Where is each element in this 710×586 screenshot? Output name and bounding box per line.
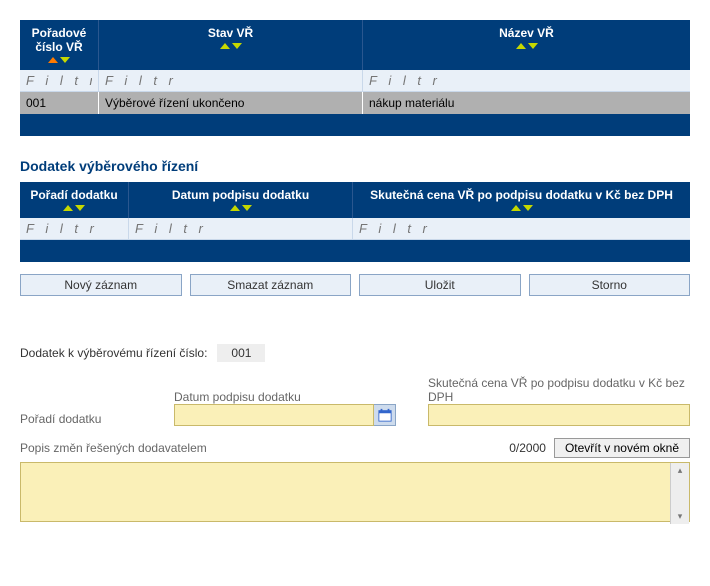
filter-dodatek-date[interactable] (129, 218, 352, 239)
col-header-dodatek-price[interactable]: Skutečná cena VŘ po podpisu dodatku v Kč… (353, 182, 691, 218)
save-button[interactable]: Uložit (359, 274, 521, 296)
dodatek-table: Pořadí dodatku Datum podpisu dodatku Sku… (20, 182, 690, 262)
sort-asc-icon[interactable] (511, 205, 521, 211)
table-row[interactable]: 001 Výběrové řízení ukončeno nákup mater… (20, 92, 690, 115)
col-header-dodatek-date[interactable]: Datum podpisu dodatku (129, 182, 353, 218)
filter-name[interactable] (363, 70, 690, 91)
sort-asc-icon[interactable] (63, 205, 73, 211)
desc-label: Popis změn řešených dodavatelem (20, 441, 509, 455)
scroll-up-icon[interactable]: ▴ (671, 463, 689, 478)
delete-record-button[interactable]: Smazat záznam (190, 274, 352, 296)
filter-dodatek-order[interactable] (20, 218, 128, 239)
sort-desc-icon[interactable] (523, 205, 533, 211)
filter-state[interactable] (99, 70, 362, 91)
col-header-dodatek-order[interactable]: Pořadí dodatku (20, 182, 129, 218)
desc-textarea[interactable] (20, 462, 690, 522)
scroll-down-icon[interactable]: ▾ (671, 509, 689, 524)
scrollbar[interactable]: ▴ ▾ (670, 463, 689, 524)
col-header-state[interactable]: Stav VŘ (99, 20, 363, 70)
filter-dodatek-price[interactable] (353, 218, 690, 239)
sort-asc-icon[interactable] (516, 43, 526, 49)
cell-state: Výběrové řízení ukončeno (99, 92, 363, 115)
form-title-label: Dodatek k výběrovému řízení číslo: (20, 346, 207, 360)
vr-number-value: 001 (217, 344, 265, 362)
section-title: Dodatek výběrového řízení (20, 158, 690, 174)
new-record-button[interactable]: Nový záznam (20, 274, 182, 296)
filter-order[interactable] (20, 70, 98, 91)
col-header-name[interactable]: Název VŘ (363, 20, 691, 70)
calendar-icon[interactable] (374, 404, 396, 426)
sort-desc-icon[interactable] (232, 43, 242, 49)
sort-asc-icon[interactable] (230, 205, 240, 211)
date-input[interactable] (174, 404, 374, 426)
char-counter: 0/2000 (509, 441, 546, 455)
cell-order: 001 (20, 92, 99, 115)
price-input[interactable] (428, 404, 690, 426)
sort-desc-icon[interactable] (75, 205, 85, 211)
sort-desc-icon[interactable] (528, 43, 538, 49)
sort-desc-icon[interactable] (60, 57, 70, 63)
vr-table: Pořadové číslo VŘ Stav VŘ Název VŘ (20, 20, 690, 136)
date-label: Datum podpisu dodatku (174, 390, 414, 404)
open-new-window-button[interactable]: Otevřít v novém okně (554, 438, 690, 458)
sort-asc-icon[interactable] (220, 43, 230, 49)
cell-name: nákup materiálu (363, 92, 691, 115)
col-header-order[interactable]: Pořadové číslo VŘ (20, 20, 99, 70)
sort-desc-icon[interactable] (242, 205, 252, 211)
sort-asc-icon[interactable] (48, 57, 58, 63)
price-label: Skutečná cena VŘ po podpisu dodatku v Kč… (428, 376, 690, 404)
order-label: Pořadí dodatku (20, 412, 160, 426)
cancel-button[interactable]: Storno (529, 274, 691, 296)
